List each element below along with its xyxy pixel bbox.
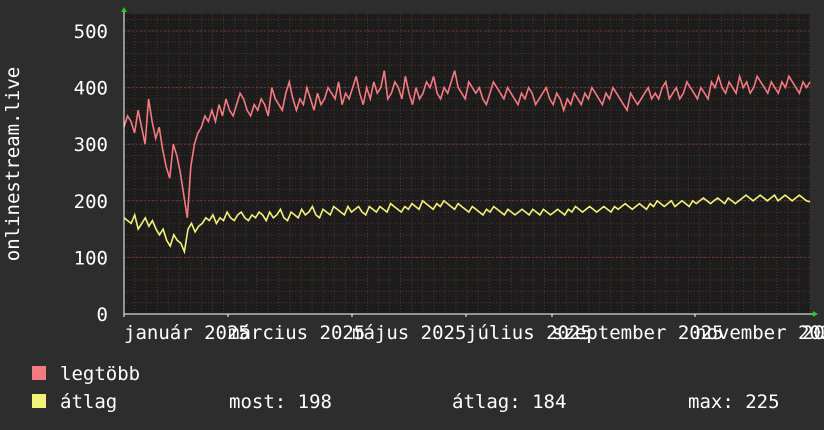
- y-tick-label: 500: [74, 21, 108, 43]
- y-tick-label: 400: [74, 78, 108, 100]
- x-axis-arrow: [813, 311, 818, 317]
- y-tick-label: 200: [74, 191, 108, 213]
- x-tick-label: március 2025: [228, 322, 365, 344]
- y-tick-label: 100: [74, 247, 108, 269]
- y-tick-label: 300: [74, 134, 108, 156]
- y-axis-arrow: [121, 7, 127, 12]
- chart: 0100200300400500január 2025március 2025m…: [2, 7, 824, 344]
- x-tick-label: 20: [802, 322, 824, 344]
- y-axis-title: onlinestream.live: [2, 67, 24, 261]
- x-tick-label: május 2025: [352, 322, 466, 344]
- y-tick-label: 0: [97, 304, 108, 326]
